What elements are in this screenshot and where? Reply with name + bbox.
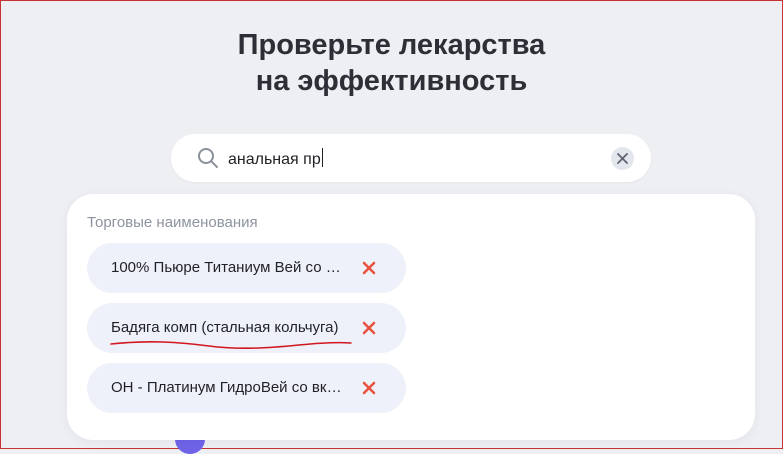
page-title: Проверьте лекарства на эффективность [1,27,782,99]
close-icon[interactable] [362,321,376,335]
suggestion-item[interactable]: ОН - Платинум ГидроВей со вкусом [87,363,406,413]
clear-search-button[interactable] [611,147,634,170]
close-icon[interactable] [362,381,376,395]
search-suggestions-dropdown: Торговые наименования 100% Пьюре Титаниу… [67,194,755,440]
suggestion-item-label: ОН - Платинум ГидроВей со вкусом [111,379,347,396]
suggestion-item-label: 100% Пьюре Титаниум Вей со вкусом [111,259,347,276]
suggestion-item[interactable]: 100% Пьюре Титаниум Вей со вкусом [87,243,406,293]
close-icon [617,153,628,164]
search-icon [198,148,218,168]
close-icon[interactable] [362,261,376,275]
search-input-value: анальная пр [228,151,321,168]
suggestion-item-label: Бадяга комп (стальная кольчуга) [111,319,339,336]
page-title-line-1: Проверьте лекарства [237,29,546,61]
search-input[interactable]: анальная пр [228,148,323,170]
search-bar[interactable]: анальная пр [171,134,651,182]
page-title-line-2: на эффективность [255,65,528,97]
section-label-trade-names: Торговые наименования [87,214,258,231]
text-caret [321,148,323,167]
suggestion-item[interactable]: Бадяга комп (стальная кольчуга) [87,303,406,353]
